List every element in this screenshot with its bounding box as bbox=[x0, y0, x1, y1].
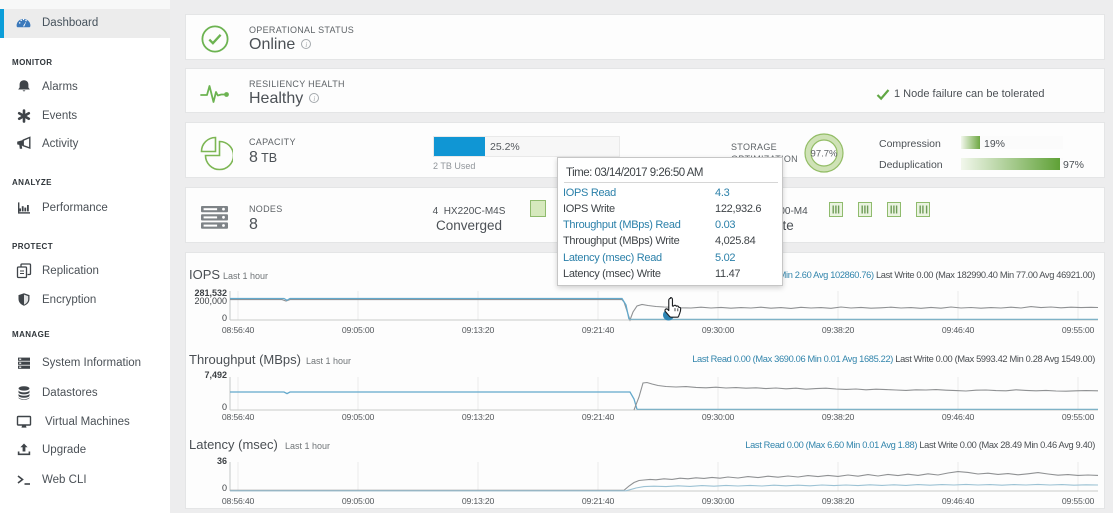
svg-text:97.7%: 97.7% bbox=[811, 148, 838, 159]
